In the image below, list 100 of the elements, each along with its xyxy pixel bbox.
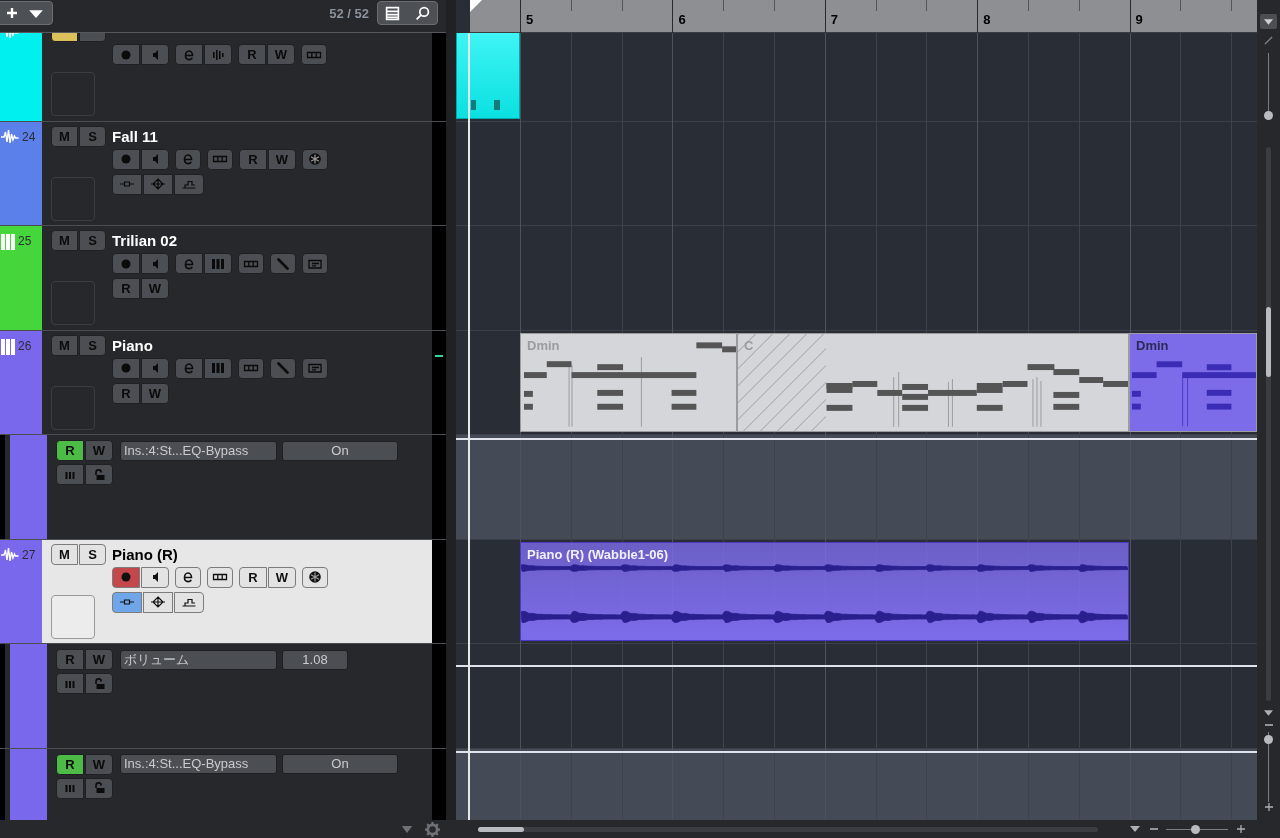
left-locator-marker-icon xyxy=(470,0,482,12)
automation-value-field[interactable]: 1.08 xyxy=(282,649,348,670)
write-button[interactable]: W xyxy=(85,649,113,670)
add-track-button[interactable] xyxy=(0,1,53,25)
track-number: 27 xyxy=(22,548,36,561)
edit-button[interactable] xyxy=(175,566,201,588)
track-header[interactable]: 26 M S Piano R W xyxy=(0,330,432,435)
midi-part[interactable] xyxy=(456,33,520,119)
automation-value-field[interactable]: On xyxy=(282,754,398,774)
lanes-button[interactable] xyxy=(207,566,233,588)
chord-event[interactable]: Dmin xyxy=(520,332,737,432)
solo-button[interactable]: S xyxy=(79,543,106,565)
record-button[interactable] xyxy=(112,566,140,588)
mute-button[interactable]: M xyxy=(51,230,78,251)
write-button[interactable]: W xyxy=(85,753,113,775)
chord-event[interactable]: C xyxy=(737,332,1129,432)
write-button[interactable]: W xyxy=(141,382,169,404)
track-header[interactable]: 27 M S Piano (R) R W xyxy=(0,539,432,644)
solo-button[interactable]: S xyxy=(79,230,106,251)
bar-number: 8 xyxy=(983,13,991,26)
scrollbar-thumb[interactable] xyxy=(1266,307,1271,377)
meter-button[interactable] xyxy=(56,673,84,694)
bar-number: 5 xyxy=(526,13,534,26)
tool-b-button[interactable] xyxy=(143,591,173,613)
track-name: Fall 11 xyxy=(112,128,158,144)
automation-parameter-field[interactable]: Ins.:4:St...EQ-Bypass xyxy=(120,440,277,461)
vertical-zoom-slider[interactable] xyxy=(1263,53,1274,119)
automation-value-field[interactable]: On xyxy=(282,440,398,461)
timeline-ruler[interactable]: 5 6 7 8 9 xyxy=(470,0,1257,33)
chord-name: Dmin xyxy=(527,338,560,352)
write-button[interactable]: W xyxy=(267,44,295,65)
caret-icon[interactable] xyxy=(1264,710,1273,716)
menu-dropdown-button[interactable] xyxy=(1260,14,1277,29)
audio-event[interactable]: Piano (R) (Wabble1-06) xyxy=(520,541,1129,641)
pencil-button[interactable] xyxy=(270,253,296,274)
lanes-icon xyxy=(243,362,259,374)
tool-c-button[interactable] xyxy=(174,173,204,195)
read-button[interactable]: R xyxy=(238,44,266,65)
keys-button[interactable] xyxy=(204,357,232,379)
slider-thumb[interactable] xyxy=(1264,735,1273,745)
track-header[interactable]: 24 M S Fall 11 R W xyxy=(0,121,432,226)
list-icon[interactable] xyxy=(385,5,401,21)
track-header[interactable]: 25 M S Trilian 02 R W xyxy=(0,226,432,331)
meter-button[interactable] xyxy=(56,464,84,485)
automation-parameter-field[interactable]: Ins.:4:St...EQ-Bypass xyxy=(120,754,277,774)
solo-button[interactable]: S xyxy=(79,334,106,356)
lock-button[interactable] xyxy=(85,464,113,485)
read-button[interactable]: R xyxy=(239,148,267,170)
write-button[interactable]: W xyxy=(268,566,296,588)
bars-icon xyxy=(210,48,226,61)
pencil-button[interactable] xyxy=(270,357,296,379)
plus-icon xyxy=(6,7,19,19)
caret-icon[interactable] xyxy=(401,825,413,833)
lock-button[interactable] xyxy=(85,777,113,799)
mute-button[interactable]: M xyxy=(51,334,78,356)
chord-event[interactable]: Dmin xyxy=(1129,332,1257,432)
slider-line-icon xyxy=(119,596,135,608)
notepad-icon xyxy=(307,362,323,374)
track-number: 24 xyxy=(22,130,36,143)
slider-thumb[interactable] xyxy=(1191,824,1201,834)
lock-button[interactable] xyxy=(85,673,113,694)
track-name: Trilian 02 xyxy=(112,233,178,248)
read-button[interactable]: R xyxy=(112,278,140,299)
keys-button[interactable] xyxy=(204,253,232,274)
pencil-icon[interactable] xyxy=(1264,36,1273,45)
horizontal-zoom-slider[interactable] xyxy=(1166,823,1228,835)
freeze-button[interactable] xyxy=(302,566,328,588)
automation-parameter-field[interactable]: ボリューム xyxy=(120,649,277,670)
write-button[interactable]: W xyxy=(141,278,169,299)
zoom-in-icon[interactable] xyxy=(1264,803,1273,811)
mute-button[interactable]: M xyxy=(51,125,78,147)
read-button[interactable]: R xyxy=(239,566,267,588)
notepad-button[interactable] xyxy=(302,357,328,379)
bars-button[interactable] xyxy=(204,44,232,65)
horizontal-scrollbar[interactable] xyxy=(478,826,1098,832)
read-button[interactable]: R xyxy=(56,649,84,670)
solo-button[interactable]: S xyxy=(79,125,106,147)
scrollbar-thumb[interactable] xyxy=(478,826,524,832)
snowflake-icon xyxy=(307,571,323,583)
tool-c-button[interactable] xyxy=(174,591,204,613)
piano-keys-icon xyxy=(210,362,226,374)
slider-thumb[interactable] xyxy=(1264,110,1273,120)
track-height-slider[interactable] xyxy=(1263,732,1274,802)
track-header[interactable]: R W xyxy=(0,33,432,122)
read-button[interactable]: R xyxy=(56,753,84,775)
mute-button[interactable]: M xyxy=(51,543,78,565)
monitor-button[interactable] xyxy=(141,566,169,588)
read-button[interactable]: R xyxy=(56,440,84,461)
notepad-button[interactable] xyxy=(302,253,328,274)
diamond-icon xyxy=(150,596,166,608)
write-button[interactable]: W xyxy=(268,148,296,170)
tool-a-button[interactable] xyxy=(112,591,142,613)
meter-button[interactable] xyxy=(56,777,84,799)
write-button[interactable]: W xyxy=(85,440,113,461)
zoom-in-icon[interactable] xyxy=(1237,825,1245,833)
search-icon[interactable] xyxy=(414,5,430,21)
read-button[interactable]: R xyxy=(112,382,140,404)
settings-icon[interactable] xyxy=(425,821,440,837)
vertical-scrollbar[interactable] xyxy=(1266,147,1271,701)
caret-icon[interactable] xyxy=(1130,826,1140,832)
